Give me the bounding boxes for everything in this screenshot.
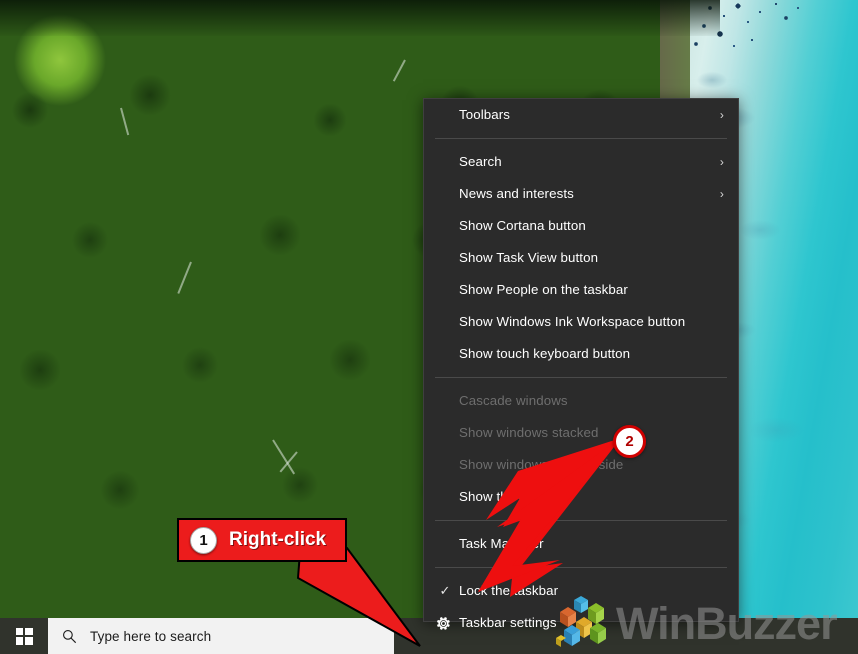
menu-item-show-the-desktop[interactable]: Show the desktop [424, 481, 738, 513]
menu-separator [435, 567, 727, 568]
search-input[interactable]: Type here to search [48, 618, 394, 654]
menu-item-show-people-on-the-taskbar[interactable]: Show People on the taskbar [424, 274, 738, 306]
search-icon [48, 629, 90, 644]
menu-item-label: Show Task View button [459, 250, 599, 265]
menu-item-label: Show windows side by side [459, 457, 624, 472]
menu-item-show-touch-keyboard-button[interactable]: Show touch keyboard button [424, 338, 738, 370]
search-placeholder-text: Type here to search [90, 628, 212, 644]
menu-item-task-manager[interactable]: Task Manager [424, 528, 738, 560]
step-badge-1: 1 [190, 526, 217, 554]
callout-step-1-label: Right-click [229, 529, 327, 550]
menu-separator [435, 520, 727, 521]
menu-item-lock-the-taskbar[interactable]: ✓ Lock the taskbar [424, 575, 738, 607]
menu-item-label: Show windows stacked [459, 425, 599, 440]
taskbar-context-menu[interactable]: Toolbars › Search › News and interests › Show … [423, 98, 739, 630]
menu-item-label: Show Cortana button [459, 218, 586, 233]
step-badge-2: 2 [613, 425, 646, 458]
menu-item-show-windows-side-by-side: Show windows side by side [424, 449, 738, 481]
callout-step-1: 1 Right-click [177, 518, 347, 562]
menu-item-label: News and interests [459, 186, 574, 201]
start-button[interactable] [0, 618, 48, 654]
menu-item-news-and-interests[interactable]: News and interests › [424, 178, 738, 210]
windows-logo-icon [15, 627, 33, 645]
menu-separator [435, 138, 727, 139]
menu-item-label: Toolbars [459, 107, 511, 122]
menu-item-label: Show the desktop [459, 489, 567, 504]
menu-item-show-task-view-button[interactable]: Show Task View button [424, 242, 738, 274]
menu-item-label: Task Manager [459, 536, 544, 551]
menu-item-label: Lock the taskbar [459, 583, 559, 598]
menu-item-label: Cascade windows [459, 393, 568, 408]
menu-item-label: Taskbar settings [459, 615, 557, 630]
chevron-right-icon: › [719, 155, 724, 169]
menu-item-show-cortana-button[interactable]: Show Cortana button [424, 210, 738, 242]
menu-item-cascade-windows: Cascade windows [424, 385, 738, 417]
gear-icon [437, 617, 450, 630]
menu-item-show-windows-stacked: Show windows stacked [424, 417, 738, 449]
menu-item-label: Search [459, 154, 502, 169]
menu-separator [435, 377, 727, 378]
chevron-right-icon: › [719, 108, 724, 122]
wallpaper-shadow-band [0, 0, 720, 36]
checkmark-icon: ✓ [439, 583, 451, 598]
menu-item-label: Show touch keyboard button [459, 346, 631, 361]
menu-item-toolbars[interactable]: Toolbars › [424, 99, 738, 131]
menu-item-taskbar-settings[interactable]: Taskbar settings [424, 607, 738, 639]
menu-item-search[interactable]: Search › [424, 146, 738, 178]
menu-item-label: Show People on the taskbar [459, 282, 628, 297]
chevron-right-icon: › [719, 187, 724, 201]
menu-item-show-windows-ink-workspace-button[interactable]: Show Windows Ink Workspace button [424, 306, 738, 338]
menu-item-label: Show Windows Ink Workspace button [459, 314, 686, 329]
